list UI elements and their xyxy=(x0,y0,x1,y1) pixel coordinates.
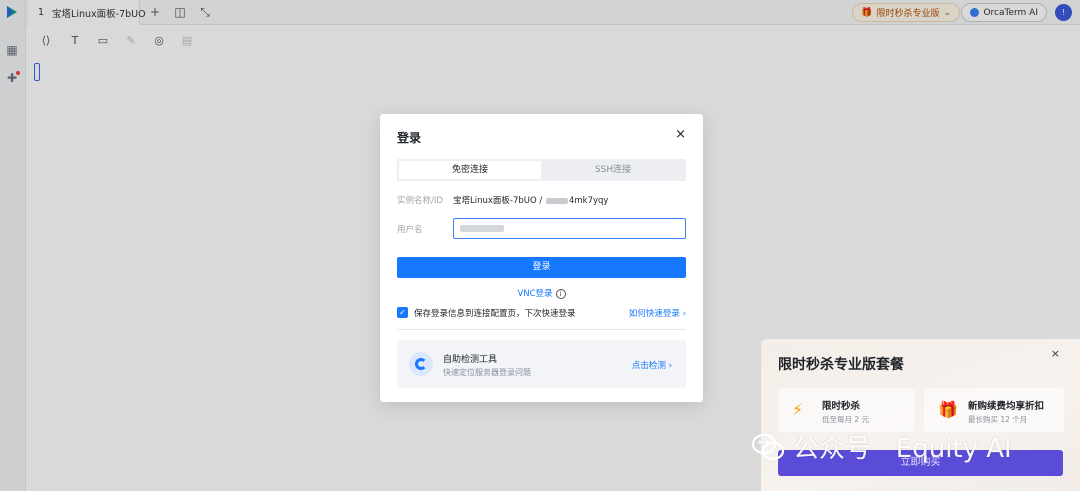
wechat-icon xyxy=(751,433,785,460)
redacted-username xyxy=(460,225,504,232)
self-check-title: 自助检测工具 xyxy=(443,355,498,365)
promo-title: 限时秒杀专业版套餐 xyxy=(778,357,904,373)
instance-value-suffix: 4mk7yqy xyxy=(568,196,609,206)
promo-card-flash-sale: ⚡ 限时秒杀 低至每月 2 元 xyxy=(778,388,914,432)
tab-passwordless[interactable]: 免密连接 xyxy=(399,161,541,179)
dialog-title: 登录 xyxy=(397,131,422,145)
promo-close-icon[interactable]: × xyxy=(1051,347,1060,360)
promo-card-title: 新购续费均享折扣 xyxy=(968,401,1045,412)
watermark: 公众号 · Equity AI xyxy=(751,428,1012,465)
promo-card-sub: 低至每月 2 元 xyxy=(822,415,870,424)
instance-value: 宝塔Linux面板-7bUO / 4mk7yqy xyxy=(453,194,608,206)
quick-login-link[interactable]: 如何快速登录 › xyxy=(629,307,686,319)
username-label: 用户名 xyxy=(397,225,423,235)
info-icon[interactable]: i xyxy=(555,288,566,299)
promo-card-sub: 最长购买 12 个月 xyxy=(968,415,1028,424)
promo-card-discount: 🎁 新购续费均享折扣 最长购买 12 个月 xyxy=(924,388,1064,432)
promo-popup: 限时秒杀专业版套餐 × ⚡ 限时秒杀 低至每月 2 元 🎁 新购续费均享折扣 最… xyxy=(761,339,1080,491)
self-check-desc: 快速定位服务器登录问题 xyxy=(443,368,531,377)
gift-box-icon: 🎁 xyxy=(938,400,958,419)
close-icon[interactable]: × xyxy=(675,128,686,142)
login-dialog: 登录 × 免密连接 SSH连接 实例名称/ID 宝塔Linux面板-7bUO /… xyxy=(380,114,703,402)
run-check-link[interactable]: 点击检测 › xyxy=(632,359,672,371)
divider xyxy=(397,329,686,330)
connection-type-tabs: 免密连接 SSH连接 xyxy=(397,159,686,181)
redacted-block xyxy=(545,197,568,204)
login-button[interactable]: 登录 xyxy=(397,257,686,278)
vnc-login-link[interactable]: VNC登录 xyxy=(517,289,552,299)
save-login-text: 保存登录信息到连接配置页，下次快速登录 xyxy=(414,309,576,319)
promo-card-title: 限时秒杀 xyxy=(822,401,861,412)
save-login-checkbox[interactable]: ✓ xyxy=(397,307,408,318)
diagnostic-icon xyxy=(409,352,433,376)
tab-ssh[interactable]: SSH连接 xyxy=(542,161,684,179)
vnc-login-row: VNC登录 i xyxy=(380,287,703,299)
save-login-row: ✓ 保存登录信息到连接配置页，下次快速登录 如何快速登录 › xyxy=(397,306,686,320)
watermark-text: 公众号 · Equity AI xyxy=(793,434,1012,464)
lightning-icon: ⚡ xyxy=(792,400,804,419)
instance-value-prefix: 宝塔Linux面板-7bUO / xyxy=(453,196,545,206)
instance-label: 实例名称/ID xyxy=(397,196,443,206)
self-check-card: 自助检测工具 快速定位服务器登录问题 点击检测 › xyxy=(397,340,686,388)
